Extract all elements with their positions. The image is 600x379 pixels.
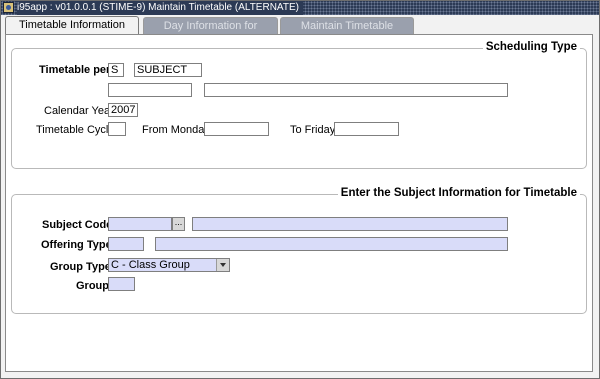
from-monday-field[interactable] <box>204 122 269 136</box>
offering-description-field[interactable] <box>155 237 508 251</box>
window-title: i95app : v01.0.0.1 (STIME-9) Maintain Ti… <box>17 1 303 15</box>
group-type-select[interactable]: C - Class Group <box>108 258 230 272</box>
subject-code-field[interactable] <box>108 217 172 231</box>
tab-content-panel: Scheduling Type Timetable per S SUBJECT … <box>5 34 593 372</box>
subject-description-field[interactable] <box>192 217 508 231</box>
timetable-cycle-label: Timetable Cycle <box>36 124 115 136</box>
group-label: Group <box>76 280 109 292</box>
scheduling-code-field[interactable] <box>108 83 192 97</box>
offering-type-field[interactable] <box>108 237 144 251</box>
app-icon[interactable] <box>3 2 14 13</box>
to-friday-label: To Friday <box>290 124 336 136</box>
tab-timetable-information[interactable]: Timetable Information <box>5 16 139 35</box>
timetable-per-code-field[interactable]: S <box>108 63 124 77</box>
timetable-cycle-field[interactable] <box>108 122 126 136</box>
title-bar[interactable]: i95app : v01.0.0.1 (STIME-9) Maintain Ti… <box>1 1 599 15</box>
calendar-year-label: Calendar Year <box>44 105 114 117</box>
subject-code-label: Subject Code <box>42 219 113 231</box>
to-friday-field[interactable] <box>334 122 399 136</box>
calendar-year-field[interactable]: 2007 <box>108 103 138 117</box>
chevron-down-icon[interactable] <box>216 259 229 271</box>
from-monday-label: From Monday <box>142 124 210 136</box>
subject-lov-button[interactable]: ... <box>172 217 185 231</box>
subject-information-title: Enter the Subject Information for Timeta… <box>337 187 580 199</box>
group-type-selected: C - Class Group <box>111 259 190 271</box>
tab-bar: Timetable Information Day Information fo… <box>1 15 599 49</box>
tab-day-information[interactable]: Day Information for Timetable <box>143 17 278 49</box>
scheduling-description-field[interactable] <box>204 83 508 97</box>
scheduling-type-title: Scheduling Type <box>482 41 580 53</box>
group-type-label: Group Type <box>50 261 111 273</box>
group-field[interactable] <box>108 277 135 291</box>
timetable-per-label: Timetable per <box>39 64 111 76</box>
subject-information-group: Enter the Subject Information for Timeta… <box>11 187 587 314</box>
tab-maintain-timetable[interactable]: Maintain Timetable <box>280 17 414 34</box>
offering-type-label: Offering Type <box>41 239 112 251</box>
app-window: i95app : v01.0.0.1 (STIME-9) Maintain Ti… <box>0 0 600 379</box>
timetable-per-value-field[interactable]: SUBJECT <box>134 63 202 77</box>
